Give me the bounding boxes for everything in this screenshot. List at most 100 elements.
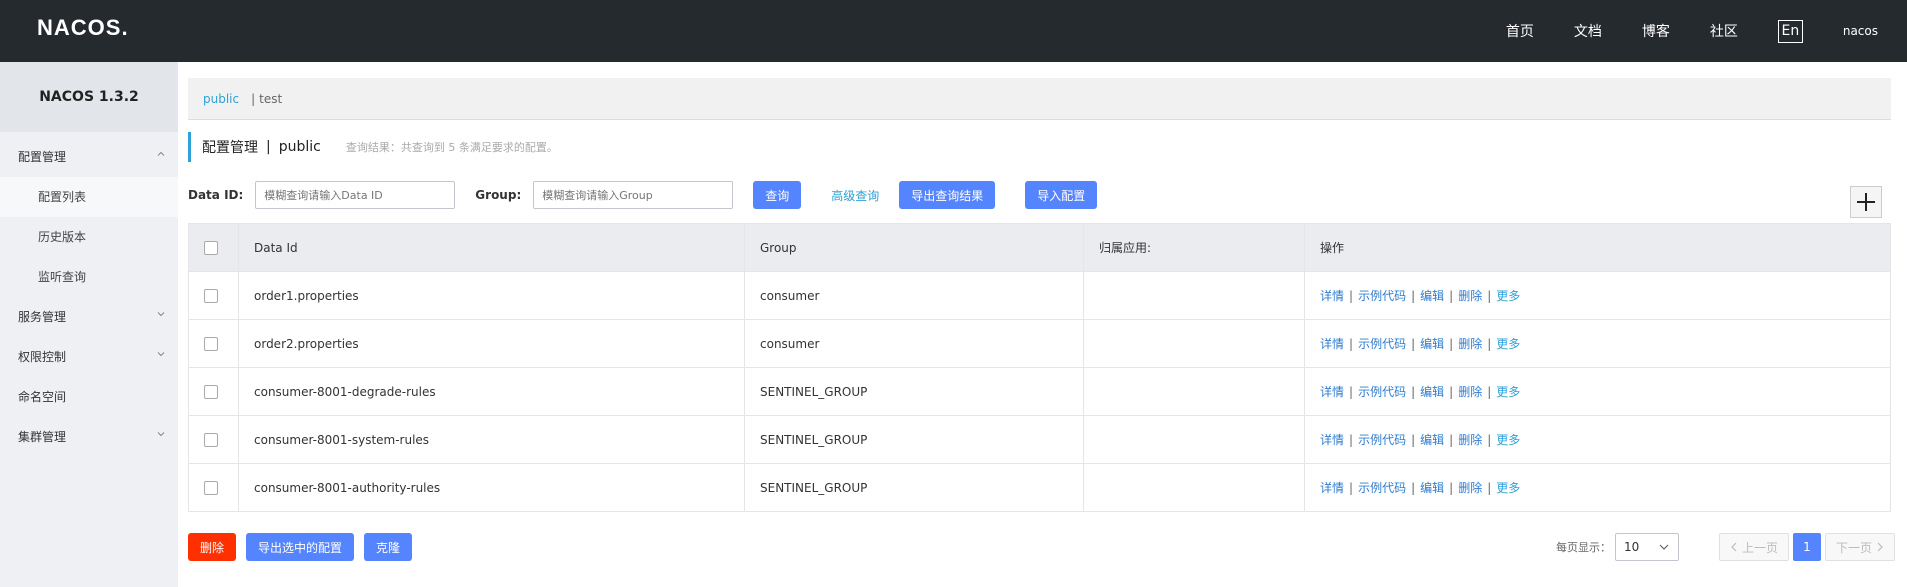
nav-community[interactable]: 社区 [1710, 21, 1738, 41]
nacos-logo[interactable]: NACOS. [37, 16, 129, 40]
next-page-button[interactable]: 下一页 [1824, 533, 1895, 561]
language-toggle[interactable]: En [1777, 19, 1803, 43]
edit-link[interactable]: 编辑 [1420, 337, 1444, 351]
detail-link[interactable]: 详情 [1320, 481, 1344, 495]
import-config-button[interactable]: 导入配置 [1025, 181, 1098, 209]
cell-operations: 详情 | 示例代码 | 编辑 | 删除 | 更多 [1304, 415, 1891, 464]
bulk-delete-button[interactable]: 删除 [188, 533, 237, 561]
query-summary: 查询结果：共查询到 5 条满足要求的配置。 [345, 141, 558, 154]
page-size-select[interactable]: 10 [1614, 533, 1679, 561]
sidebar-item-access-control[interactable]: 权限控制 [0, 337, 178, 377]
row-checkbox[interactable] [204, 432, 218, 447]
sample-code-link[interactable]: 示例代码 [1358, 385, 1406, 399]
cell-operations: 详情 | 示例代码 | 编辑 | 删除 | 更多 [1304, 367, 1891, 416]
more-link[interactable]: 更多 [1496, 385, 1520, 399]
row-checkbox-cell [188, 271, 239, 320]
select-all-checkbox[interactable] [204, 240, 218, 255]
header-dataid: Data Id [238, 223, 745, 272]
next-page-label: 下一页 [1835, 540, 1872, 555]
op-separator: | [1411, 433, 1416, 447]
sidebar-item-config-management[interactable]: 配置管理 [0, 137, 178, 177]
row-checkbox[interactable] [204, 336, 218, 351]
delete-link[interactable]: 删除 [1458, 433, 1482, 447]
nav-docs[interactable]: 文档 [1574, 21, 1602, 41]
more-link[interactable]: 更多 [1496, 433, 1520, 447]
username[interactable]: nacos [1843, 24, 1878, 38]
sample-code-link[interactable]: 示例代码 [1358, 289, 1406, 303]
group-search-input[interactable] [533, 181, 734, 209]
sample-code-link[interactable]: 示例代码 [1358, 433, 1406, 447]
sidebar-item-config-list[interactable]: 配置列表 [0, 177, 178, 217]
op-separator: | [1411, 289, 1416, 303]
prev-page-button[interactable]: 上一页 [1718, 533, 1789, 561]
page-size-label: 每页显示： [1555, 541, 1611, 554]
title-namespace: public [278, 139, 321, 155]
export-selected-button[interactable]: 导出选中的配置 [246, 533, 355, 561]
sidebar-item-listener-query[interactable]: 监听查询 [0, 257, 178, 297]
op-separator: | [1449, 289, 1454, 303]
sidebar-item-label: 权限控制 [18, 350, 67, 364]
op-separator: | [1449, 481, 1454, 495]
clone-button[interactable]: 克隆 [364, 533, 413, 561]
delete-link[interactable]: 删除 [1458, 385, 1482, 399]
op-separator: | [1487, 385, 1492, 399]
page-number-current[interactable]: 1 [1792, 533, 1821, 561]
filter-bar: Data ID: Group: 查询 高级查询 导出查询结果 导入配置 [188, 180, 1098, 210]
cell-app [1083, 463, 1305, 512]
op-separator: | [1449, 337, 1454, 351]
op-separator: | [1349, 289, 1354, 303]
namespace-test[interactable]: test [259, 92, 282, 106]
namespace-public[interactable]: public [203, 92, 239, 106]
detail-link[interactable]: 详情 [1320, 385, 1344, 399]
header-operations: 操作 [1304, 223, 1891, 272]
detail-link[interactable]: 详情 [1320, 337, 1344, 351]
version-label: NACOS 1.3.2 [0, 62, 178, 132]
page-title: 配置管理 [202, 140, 258, 156]
more-link[interactable]: 更多 [1496, 337, 1520, 351]
delete-link[interactable]: 删除 [1458, 337, 1482, 351]
detail-link[interactable]: 详情 [1320, 289, 1344, 303]
chevron-down-icon [1659, 544, 1669, 550]
cell-app [1083, 367, 1305, 416]
add-config-button[interactable] [1850, 186, 1882, 218]
nav-home[interactable]: 首页 [1506, 21, 1534, 41]
sample-code-link[interactable]: 示例代码 [1358, 337, 1406, 351]
op-separator: | [1411, 385, 1416, 399]
sidebar-item-history[interactable]: 历史版本 [0, 217, 178, 257]
cell-dataid: consumer-8001-system-rules [238, 415, 745, 464]
edit-link[interactable]: 编辑 [1420, 385, 1444, 399]
export-results-button[interactable]: 导出查询结果 [899, 181, 996, 209]
edit-link[interactable]: 编辑 [1420, 433, 1444, 447]
edit-link[interactable]: 编辑 [1420, 481, 1444, 495]
sidebar-item-service-management[interactable]: 服务管理 [0, 297, 178, 337]
row-checkbox[interactable] [204, 288, 218, 303]
top-header: NACOS. 首页 文档 博客 社区 En nacos [0, 0, 1907, 62]
detail-link[interactable]: 详情 [1320, 433, 1344, 447]
sidebar-item-label: 服务管理 [18, 310, 67, 324]
op-separator: | [1411, 481, 1416, 495]
nav-blog[interactable]: 博客 [1642, 21, 1670, 41]
dataid-search-input[interactable] [255, 181, 456, 209]
namespace-separator: | [251, 91, 256, 106]
more-link[interactable]: 更多 [1496, 289, 1520, 303]
bulk-actions: 删除 导出选中的配置 克隆 [188, 533, 413, 561]
delete-link[interactable]: 删除 [1458, 481, 1482, 495]
cell-operations: 详情 | 示例代码 | 编辑 | 删除 | 更多 [1304, 319, 1891, 368]
row-checkbox-cell [188, 319, 239, 368]
more-link[interactable]: 更多 [1496, 481, 1520, 495]
table-row: order2.properties consumer 详情 | 示例代码 | 编辑 | 删除… [188, 319, 1891, 368]
row-checkbox[interactable] [204, 384, 218, 399]
edit-link[interactable]: 编辑 [1420, 289, 1444, 303]
advanced-query-button[interactable]: 高级查询 [831, 187, 879, 204]
chevron-left-icon [1731, 542, 1737, 552]
row-checkbox[interactable] [204, 480, 218, 495]
sample-code-link[interactable]: 示例代码 [1358, 481, 1406, 495]
query-button[interactable]: 查询 [753, 181, 802, 209]
sidebar-item-cluster-management[interactable]: 集群管理 [0, 417, 178, 457]
chevron-up-icon [156, 137, 166, 177]
op-separator: | [1349, 385, 1354, 399]
delete-link[interactable]: 删除 [1458, 289, 1482, 303]
cell-dataid: order2.properties [238, 319, 745, 368]
table-header-row: Data Id Group 归属应用: 操作 [188, 223, 1891, 272]
sidebar-item-namespace[interactable]: 命名空间 [0, 377, 178, 417]
